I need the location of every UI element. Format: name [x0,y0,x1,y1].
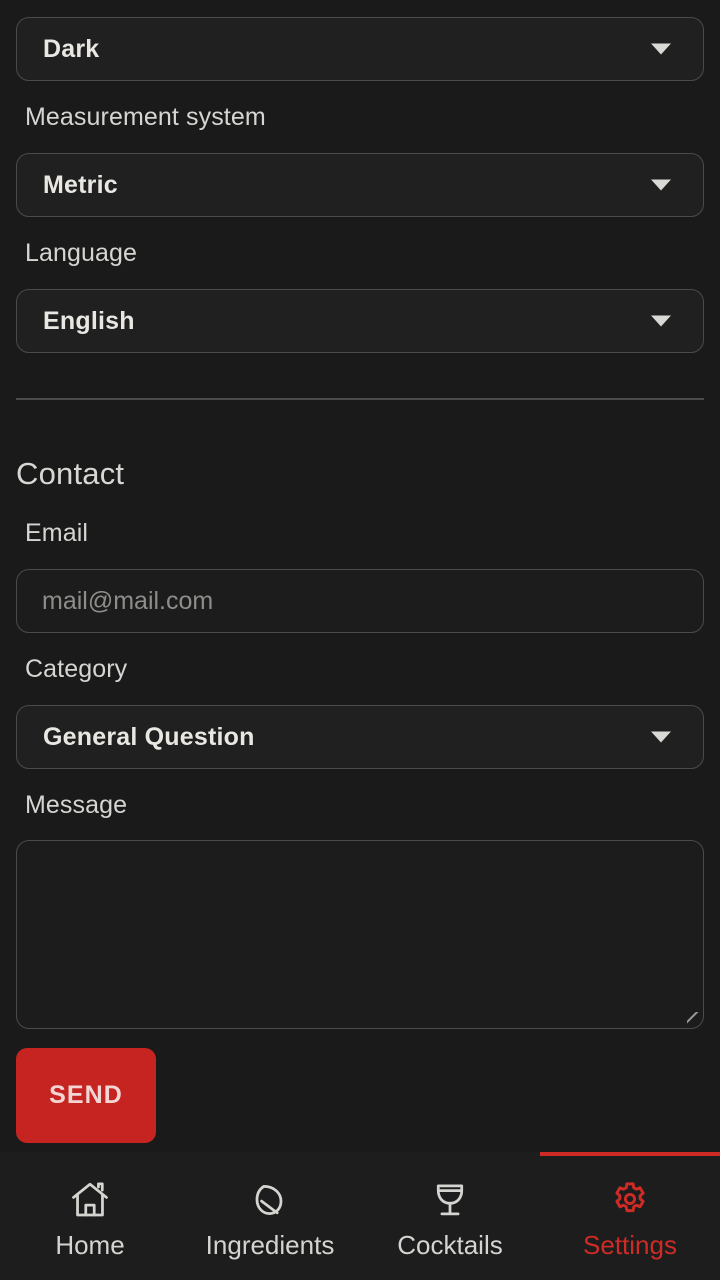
gear-icon [607,1177,653,1223]
leaf-icon [247,1177,293,1223]
home-icon [67,1177,113,1223]
message-label: Message [25,791,128,819]
theme-select-value: Dark [43,34,100,63]
contact-heading: Contact [16,456,125,491]
category-select-value: General Question [43,722,255,751]
message-textarea[interactable] [16,840,704,1029]
settings-screen: Dark Measurement system Metric Language … [0,0,720,1280]
nav-item-home[interactable]: Home [0,1152,180,1280]
nav-item-cocktails[interactable]: Cocktails [360,1152,540,1280]
email-label: Email [25,519,89,547]
measurement-system-select[interactable]: Metric [16,153,704,217]
nav-item-settings[interactable]: Settings [540,1152,720,1280]
chevron-down-icon [651,315,671,327]
active-tab-indicator [540,1152,720,1156]
section-divider [16,398,704,400]
nav-label-home: Home [55,1230,125,1260]
email-field[interactable]: mail@mail.com [16,569,704,633]
resize-handle-icon[interactable] [687,1012,700,1025]
send-button[interactable]: SEND [16,1048,156,1143]
language-select[interactable]: English [16,289,704,353]
bottom-navigation: Home Ingredients Cocktails Settings [0,1152,720,1280]
category-select[interactable]: General Question [16,705,704,769]
nav-label-settings: Settings [583,1230,677,1260]
email-placeholder: mail@mail.com [42,586,214,615]
measurement-system-label: Measurement system [25,103,266,131]
language-label: Language [25,239,138,267]
chevron-down-icon [651,43,671,55]
settings-content: Dark Measurement system Metric Language … [0,0,720,1152]
category-label: Category [25,655,128,683]
nav-label-ingredients: Ingredients [205,1230,335,1260]
measurement-system-value: Metric [43,170,118,199]
nav-label-cocktails: Cocktails [397,1230,503,1260]
language-select-value: English [43,306,135,335]
nav-item-ingredients[interactable]: Ingredients [180,1152,360,1280]
theme-select[interactable]: Dark [16,17,704,81]
chevron-down-icon [651,731,671,743]
cocktail-glass-icon [427,1177,473,1223]
chevron-down-icon [651,179,671,191]
